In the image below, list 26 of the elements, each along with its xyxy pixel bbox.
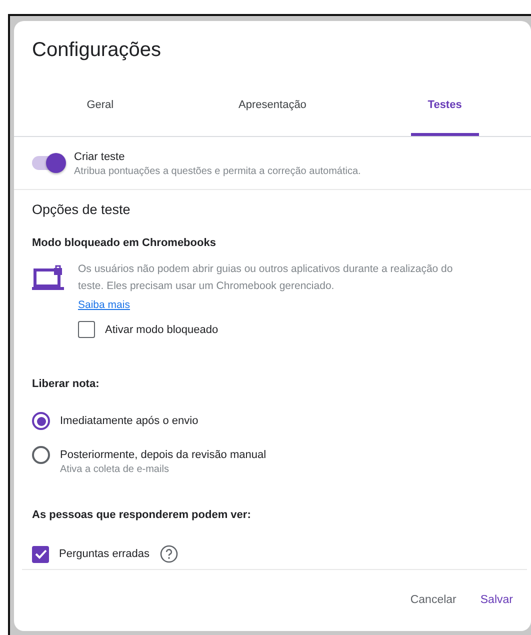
radio-button[interactable] [32,446,50,464]
radio-label: Posteriormente, depois da revisão manual [60,449,266,461]
toggle-switch[interactable] [32,156,64,170]
save-button[interactable]: Salvar [480,592,513,608]
learn-more-link[interactable]: Saiba mais [78,299,130,311]
help-icon[interactable] [160,545,178,563]
section-title: Opções de teste [32,202,132,217]
section-heading: As pessoas que responderem podem ver: [32,509,252,521]
checkbox[interactable] [32,546,49,562]
toggle-description: Atribua pontuações a questões e permita a correção automática. [74,166,361,177]
section-heading: Liberar nota: [32,378,100,390]
laptop-lock-icon [32,265,66,293]
toggle-label: Criar teste [74,151,126,163]
checkbox-label: Ativar modo bloqueado [105,324,218,336]
tab[interactable]: Testes [410,79,479,136]
checkbox[interactable] [78,321,95,338]
radio-label: Imediatamente após o envio [60,415,198,427]
checkbox-label: Perguntas erradas [59,548,150,560]
tab[interactable]: Apresentação [222,79,324,136]
radio-hint: Ativa a coleta de e-mails [60,464,170,475]
tab[interactable]: Geral [70,79,131,136]
section-heading: Modo bloqueado em Chromebooks [32,237,217,249]
dialog-title: Configurações [31,38,162,63]
cancel-button[interactable]: Cancelar [410,592,456,608]
radio-button[interactable] [32,412,50,430]
description-text: Os usuários não podem abrir guias ou outros aplicativos durante a realização do teste. Eles precisam usar um Chromebook gerenciado. [78,262,454,294]
